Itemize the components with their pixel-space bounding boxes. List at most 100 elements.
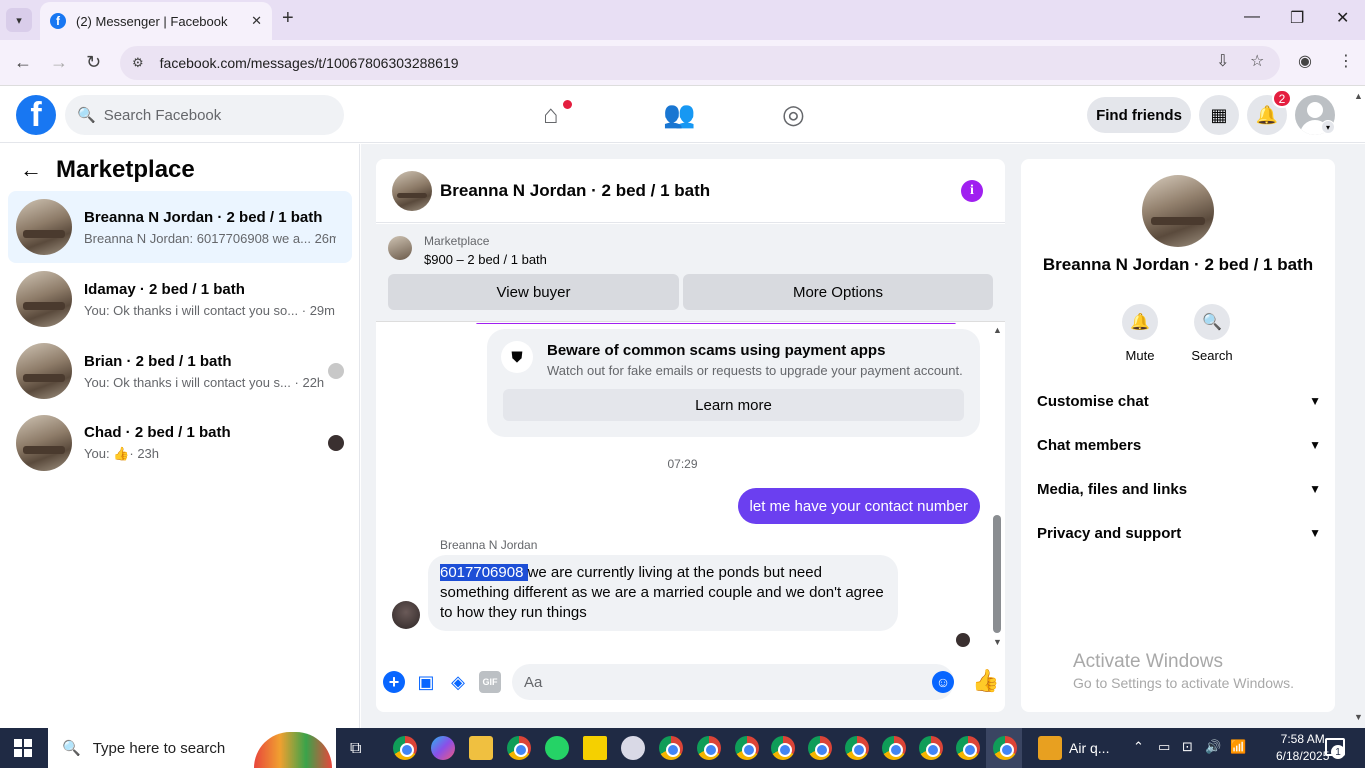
app-taskbar-icon[interactable] [621,736,645,760]
wifi-icon[interactable]: 📶 [1230,739,1246,755]
chat-listing-avatar[interactable] [392,170,432,211]
home-icon[interactable]: ⌂ [543,99,559,130]
search-action[interactable]: 🔍 Search [1177,304,1247,363]
window-close-button[interactable]: ✕ [1336,8,1349,28]
copilot-taskbar-icon[interactable] [431,736,455,760]
conversation-preview: Breanna N Jordan: 6017706908 we a... 26m [84,230,336,246]
plus-icon[interactable]: + [383,671,405,693]
taskbar-search-box[interactable]: 🔍 Type here to search [48,728,336,768]
marketplace-sidebar: ← Marketplace Breanna N Jordan · 2 bed /… [0,144,360,728]
sticker-icon[interactable]: ◈ [447,671,469,693]
customise-chat-section[interactable]: Customise chat ▼ [1037,383,1321,419]
tray-chevron-up-icon[interactable]: ⌃ [1133,739,1144,755]
more-options-button[interactable]: More Options [683,274,993,310]
facebook-logo-icon[interactable]: f [16,95,56,135]
reload-icon[interactable]: ↻ [86,52,101,73]
sticky-notes-icon[interactable] [583,736,607,760]
message-input[interactable] [512,664,954,700]
menu-grid-icon[interactable]: ▦ [1199,95,1239,135]
chrome-taskbar-icon[interactable] [882,736,906,760]
conversation-item[interactable]: Breanna N Jordan · 2 bed / 1 bath Breann… [8,191,352,263]
friends-icon[interactable]: 👥 [663,99,695,130]
chat-scrollbar[interactable]: ▲ ▼ [989,323,1005,653]
selected-phone-number[interactable]: 6017706908 [440,564,528,581]
chrome-taskbar-icon[interactable] [393,736,417,760]
page-scroll-down-arrow-icon[interactable]: ▼ [1354,712,1363,722]
browser-menu-icon[interactable]: ⋮ [1338,51,1354,71]
task-view-icon[interactable]: ⧉ [350,740,361,758]
find-friends-button[interactable]: Find friends [1087,97,1191,133]
conversation-info-icon[interactable]: i [961,180,983,202]
chrome-taskbar-icon[interactable] [697,736,721,760]
chrome-taskbar-icon[interactable] [956,736,980,760]
like-thumbs-up-icon[interactable]: 👍 [972,668,999,694]
facebook-search-box[interactable]: 🔍 [65,95,344,135]
sender-avatar[interactable] [392,601,420,629]
chevron-down-icon: ▼ [1309,394,1321,408]
volume-icon[interactable]: 🔊 [1205,739,1221,755]
back-arrow-icon[interactable]: ← [14,52,32,73]
site-info-icon[interactable]: ⚙ [132,55,144,71]
chrome-taskbar-icon[interactable] [808,736,832,760]
weather-icon[interactable] [1038,736,1062,760]
conversation-info-panel: Breanna N Jordan · 2 bed / 1 bath 🔔 Mute… [1021,159,1335,712]
incoming-message[interactable]: 6017706908 we are currently living at th… [428,555,898,631]
bell-icon[interactable]: 🔔 [1122,304,1158,340]
gif-icon[interactable]: GIF [479,671,501,693]
listing-profile-avatar[interactable] [1142,175,1214,247]
emoji-icon[interactable]: ☺ [932,671,954,693]
scroll-down-arrow-icon[interactable]: ▼ [993,637,1002,647]
view-buyer-button[interactable]: View buyer [388,274,679,310]
forward-arrow-icon[interactable]: → [50,52,68,73]
shield-icon: ⛊ [501,341,533,373]
conversation-item[interactable]: Idamay · 2 bed / 1 bath You: Ok thanks i… [8,263,352,335]
conversation-item[interactable]: Brian · 2 bed / 1 bath You: Ok thanks i … [8,335,352,407]
page-scroll-up-arrow-icon[interactable]: ▲ [1354,91,1363,101]
browser-tab-messenger[interactable]: f (2) Messenger | Facebook ✕ [40,2,272,40]
outgoing-message[interactable]: let me have your contact number [737,488,980,524]
new-tab-button[interactable]: + [282,7,294,30]
media-files-links-section[interactable]: Media, files and links ▼ [1037,471,1321,507]
conversation-preview: You: 👍· 23h [84,446,160,461]
facebook-search-input[interactable] [103,106,324,124]
chrome-taskbar-icon[interactable] [993,736,1017,760]
tab-close-icon[interactable]: ✕ [251,13,262,29]
file-explorer-icon[interactable] [469,736,493,760]
scroll-up-arrow-icon[interactable]: ▲ [993,325,1002,335]
chrome-taskbar-icon[interactable] [507,736,531,760]
marketplace-label: Marketplace [424,234,490,248]
address-bar[interactable]: ⚙ facebook.com/messages/t/10067806303288… [120,46,1280,80]
profile-icon[interactable]: ◉ [1298,51,1312,71]
windows-start-icon[interactable] [14,739,32,757]
minimize-button[interactable]: — [1244,8,1260,26]
chat-members-section[interactable]: Chat members ▼ [1037,427,1321,463]
photo-icon[interactable]: ▣ [415,671,437,693]
mute-action[interactable]: 🔔 Mute [1105,304,1175,363]
device-icon[interactable]: ⊡ [1182,739,1193,755]
chrome-taskbar-icon[interactable] [771,736,795,760]
chrome-taskbar-icon[interactable] [659,736,683,760]
url-text: facebook.com/messages/t/1006780630328861… [159,55,459,71]
privacy-support-section[interactable]: Privacy and support ▼ [1037,515,1321,551]
weather-text[interactable]: Air q... [1069,740,1109,756]
account-chevron-down-icon[interactable]: ▾ [1321,120,1335,134]
learn-more-button[interactable]: Learn more [503,389,964,421]
restore-button[interactable]: ❐ [1290,8,1304,28]
whatsapp-taskbar-icon[interactable] [545,736,569,760]
chrome-taskbar-icon[interactable] [919,736,943,760]
bookmark-star-icon[interactable]: ☆ [1250,51,1264,71]
chat-header-name[interactable]: Breanna N Jordan · 2 bed / 1 bath [440,181,710,201]
chevron-down-icon: ▼ [1309,526,1321,540]
search-icon[interactable]: 🔍 [1194,304,1230,340]
chrome-taskbar-icon[interactable] [845,736,869,760]
back-arrow-icon[interactable]: ← [20,157,42,183]
message-list[interactable]: ⛊ Beware of common scams using payment a… [376,323,1005,653]
battery-icon[interactable]: ▭ [1158,739,1170,755]
chrome-taskbar-icon[interactable] [735,736,759,760]
scrollbar-thumb[interactable] [993,515,1001,633]
conversation-item[interactable]: Chad · 2 bed / 1 bath You: 👍· 23h [8,407,352,479]
groups-icon[interactable]: ◎ [782,99,805,130]
tab-search-dropdown[interactable]: ▾ [6,8,32,32]
install-app-icon[interactable]: ⇩ [1216,51,1229,71]
taskbar-clock[interactable]: 7:58 AM 6/18/2025 [1276,731,1329,765]
